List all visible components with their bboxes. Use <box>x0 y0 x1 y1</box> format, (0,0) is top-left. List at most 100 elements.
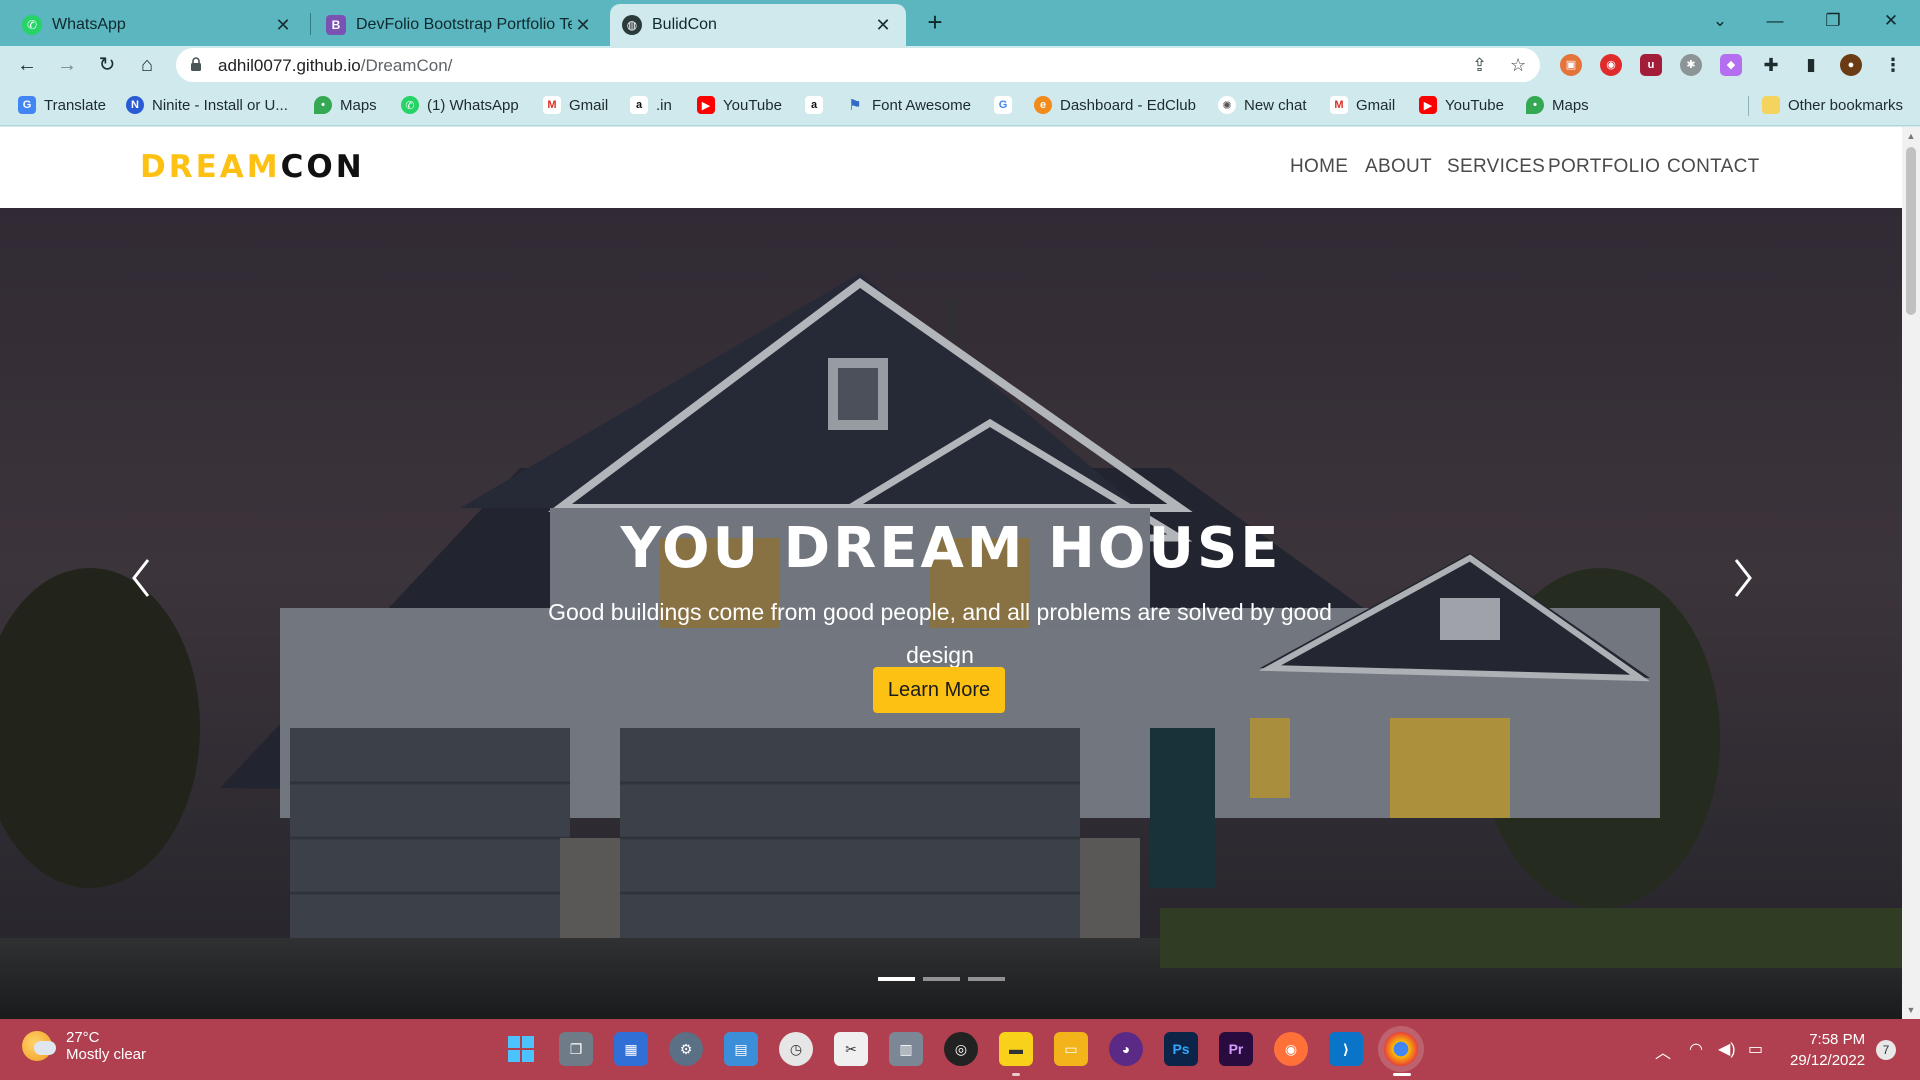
bookmark-ninite[interactable]: N Ninite - Install or U... <box>126 94 288 116</box>
bootstrap-icon: B <box>326 15 346 35</box>
premiere-pro-icon[interactable]: Pr <box>1219 1032 1253 1066</box>
bookmark-translate[interactable]: G Translate <box>18 94 106 116</box>
close-tab-icon[interactable]: ✕ <box>572 15 594 36</box>
battery-icon[interactable]: ▭ <box>1748 1039 1763 1059</box>
nav-portfolio[interactable]: PORTFOLIO <box>1548 156 1660 178</box>
tray-overflow-icon[interactable]: ︿ <box>1655 1039 1671 1063</box>
close-tab-icon[interactable]: ✕ <box>272 15 294 36</box>
bookmark-amazon[interactable]: a <box>805 94 831 116</box>
photos-icon[interactable]: ▤ <box>724 1032 758 1066</box>
system-clock[interactable]: 7:58 PM 29/12/2022 <box>1790 1029 1865 1071</box>
file-explorer-icon[interactable]: ▭ <box>1054 1032 1088 1066</box>
nav-services[interactable]: SERVICES <box>1447 156 1545 178</box>
extension-icon[interactable]: ◆ <box>1720 54 1742 76</box>
volume-icon[interactable]: ◀) <box>1718 1039 1736 1059</box>
bookmark-google[interactable]: G <box>994 94 1020 116</box>
scroll-down-icon[interactable]: ▼ <box>1906 1005 1916 1015</box>
learn-more-button[interactable]: Learn More <box>873 667 1005 713</box>
extension-icon[interactable]: ✱ <box>1680 54 1702 76</box>
carousel-indicator[interactable] <box>968 977 1005 981</box>
wifi-icon[interactable]: ◠ <box>1689 1039 1703 1059</box>
bookmark-label: Gmail <box>1356 96 1396 114</box>
maps-pin-icon: • <box>314 96 332 114</box>
tab-search-icon[interactable]: ⌄ <box>1697 4 1743 38</box>
address-bar[interactable]: adhil0077.github.io/DreamCon/ ⇪ ☆ <box>176 48 1540 82</box>
scroll-up-icon[interactable]: ▲ <box>1906 131 1916 141</box>
site-logo[interactable]: DREAMCON <box>140 149 365 185</box>
tab-devfolio[interactable]: B DevFolio Bootstrap Portfolio Tem ✕ <box>314 4 606 46</box>
whatsapp-icon: ✆ <box>401 96 419 114</box>
github-desktop-icon[interactable]: ◕ <box>1109 1032 1143 1066</box>
minimize-button[interactable]: — <box>1752 4 1798 38</box>
scrollbar-thumb[interactable] <box>1906 147 1916 315</box>
bookmark-label: Translate <box>44 96 106 114</box>
url-text: adhil0077.github.io/DreamCon/ <box>218 56 453 75</box>
reload-button[interactable]: ↻ <box>92 50 122 80</box>
start-menu-icon[interactable] <box>504 1032 538 1066</box>
chrome-icon[interactable] <box>1384 1032 1418 1066</box>
bookmark-new-chat[interactable]: ✺ New chat <box>1218 94 1307 116</box>
bookmark-youtube-2[interactable]: ▶ YouTube <box>1419 94 1504 116</box>
back-button[interactable]: ← <box>12 50 42 80</box>
obs-icon[interactable]: ◎ <box>944 1032 978 1066</box>
tab-title: WhatsApp <box>52 16 126 33</box>
bookmark-whatsapp[interactable]: ✆ (1) WhatsApp <box>401 94 519 116</box>
extension-icon[interactable]: ▣ <box>1560 54 1582 76</box>
photoshop-icon[interactable]: Ps <box>1164 1032 1198 1066</box>
bookmark-amazon-in[interactable]: a .in <box>630 94 672 116</box>
snipping-tool-icon[interactable]: ✂ <box>834 1032 868 1066</box>
other-bookmarks[interactable]: Other bookmarks <box>1762 94 1903 116</box>
weather-widget[interactable]: 27°C Mostly clear <box>22 1029 146 1063</box>
bookmark-gmail-2[interactable]: M Gmail <box>1330 94 1395 116</box>
youtube-icon: ▶ <box>697 96 715 114</box>
bookmark-gmail[interactable]: M Gmail <box>543 94 608 116</box>
tab-title: DevFolio Bootstrap Portfolio Tem <box>356 16 572 33</box>
menu-kebab-icon[interactable]: ⋮ <box>1882 54 1904 76</box>
edclub-icon: e <box>1034 96 1052 114</box>
home-button[interactable]: ⌂ <box>132 50 162 80</box>
nav-about[interactable]: ABOUT <box>1365 156 1432 178</box>
tab-whatsapp[interactable]: ✆ WhatsApp ✕ <box>10 4 306 46</box>
forward-button[interactable]: → <box>52 50 82 80</box>
close-window-button[interactable]: ✕ <box>1868 4 1914 38</box>
carousel-indicator[interactable] <box>923 977 960 981</box>
bookmark-youtube[interactable]: ▶ YouTube <box>697 94 782 116</box>
carousel-next-icon[interactable] <box>1722 548 1762 608</box>
carousel-prev-icon[interactable] <box>122 548 162 608</box>
restore-button[interactable]: ❐ <box>1810 4 1856 38</box>
nav-home[interactable]: HOME <box>1290 156 1348 178</box>
weather-desc: Mostly clear <box>66 1046 147 1063</box>
extension-icon[interactable]: ◉ <box>1600 54 1622 76</box>
notification-badge[interactable]: 7 <box>1876 1040 1896 1060</box>
gmail-icon: M <box>1330 96 1348 114</box>
bookmark-font-awesome[interactable]: ⚑ Font Awesome <box>846 94 971 116</box>
carousel-indicator[interactable] <box>878 977 915 981</box>
ublock-icon[interactable]: u <box>1640 54 1662 76</box>
calculator-icon[interactable]: ▥ <box>889 1032 923 1066</box>
browser-toolbar: ← → ↻ ⌂ adhil0077.github.io/DreamCon/ ⇪ … <box>0 46 1920 84</box>
amazon-icon: a <box>630 96 648 114</box>
sticky-notes-icon[interactable]: ▬ <box>999 1032 1033 1066</box>
bookmark-star-icon[interactable]: ☆ <box>1510 55 1526 76</box>
new-tab-button[interactable]: + <box>920 8 950 38</box>
page-scrollbar[interactable]: ▲ ▼ <box>1902 127 1920 1019</box>
bookmark-edclub[interactable]: e Dashboard - EdClub <box>1034 94 1196 116</box>
share-icon[interactable]: ⇪ <box>1472 55 1487 76</box>
bookmark-label: Gmail <box>569 96 609 114</box>
settings-gear-icon[interactable]: ⚙ <box>669 1032 703 1066</box>
firefox-icon[interactable]: ◉ <box>1274 1032 1308 1066</box>
bookmark-maps[interactable]: • Maps <box>314 94 377 116</box>
nav-contact[interactable]: CONTACT <box>1667 156 1760 178</box>
tab-bulidcon[interactable]: ◍ BulidCon ✕ <box>610 4 906 46</box>
close-tab-icon[interactable]: ✕ <box>872 15 894 36</box>
task-view-icon[interactable]: ❐ <box>559 1032 593 1066</box>
clock-app-icon[interactable]: ◷ <box>779 1032 813 1066</box>
profile-avatar[interactable]: ● <box>1840 54 1862 76</box>
vscode-icon[interactable]: ⟩ <box>1329 1032 1363 1066</box>
windows-taskbar: 27°C Mostly clear ❐ ▦ ⚙ ▤ ◷ ✂ ▥ ◎ ▬ ▭ ◕ … <box>0 1019 1920 1080</box>
extensions-puzzle-icon[interactable]: ✚ <box>1760 54 1782 76</box>
bookmark-label: .in <box>656 96 672 114</box>
side-panel-icon[interactable]: ▮ <box>1800 54 1822 76</box>
bookmark-maps-2[interactable]: • Maps <box>1526 94 1589 116</box>
microsoft-store-icon[interactable]: ▦ <box>614 1032 648 1066</box>
